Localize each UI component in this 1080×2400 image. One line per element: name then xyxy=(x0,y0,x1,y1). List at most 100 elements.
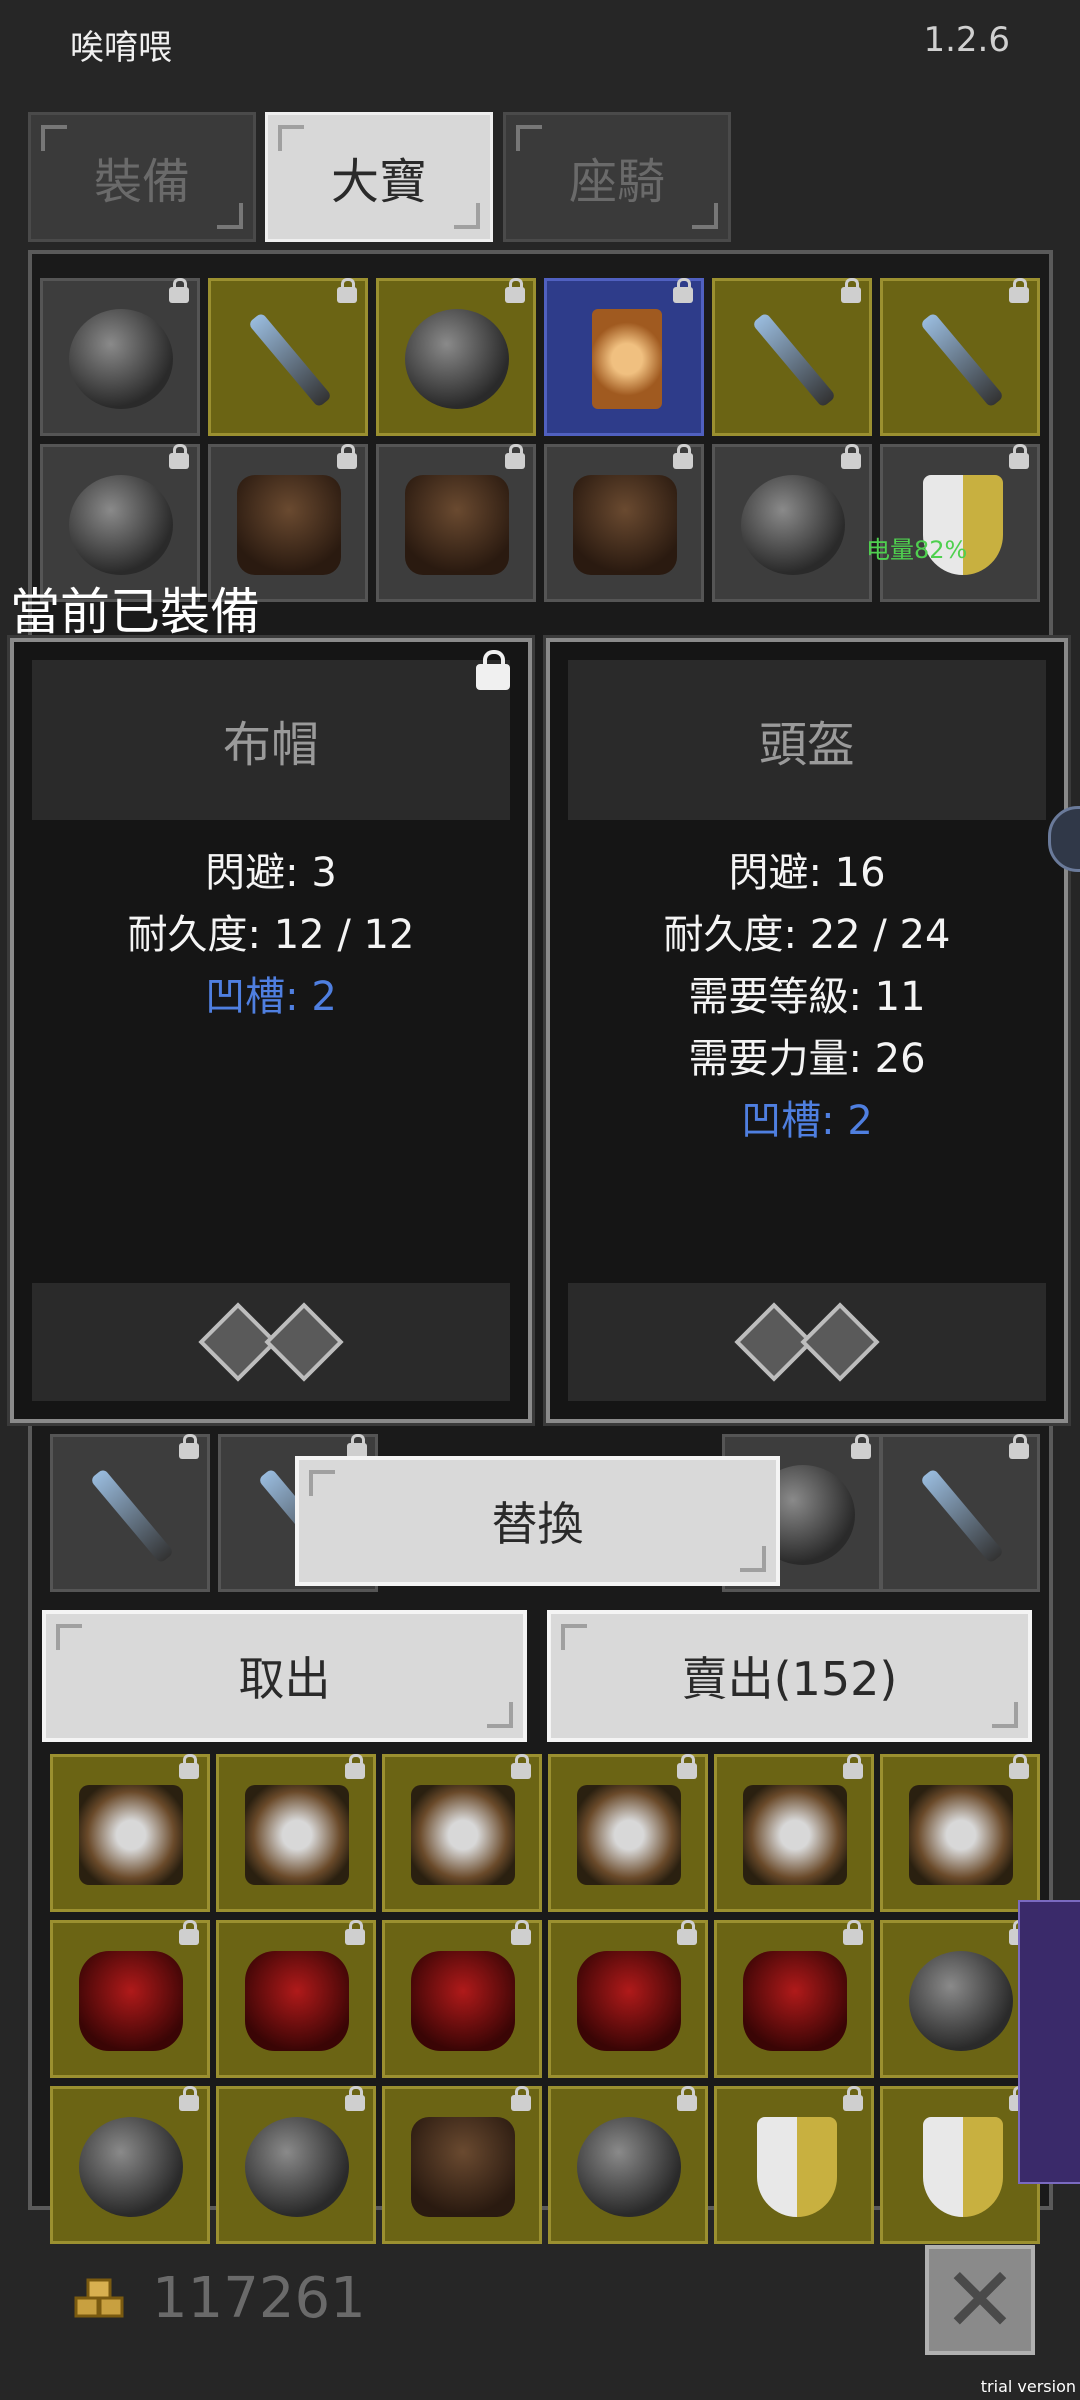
scroll-icon xyxy=(592,309,662,409)
inventory-slot[interactable] xyxy=(880,1434,1040,1592)
inventory-slot[interactable] xyxy=(40,278,200,436)
equipped-item-card: 布帽 閃避: 3 耐久度: 12 / 12 凹槽: 2 xyxy=(7,635,535,1426)
button-label: 替換 xyxy=(491,1497,584,1551)
lock-icon xyxy=(179,1754,199,1779)
sell-button[interactable]: 賣出(152) xyxy=(547,1610,1032,1742)
inventory-slot[interactable] xyxy=(714,1920,874,2078)
tab-treasure[interactable]: 大寶 xyxy=(265,112,493,242)
item-stats: 閃避: 16 耐久度: 22 / 24 需要等級: 11 需要力量: 26 凹槽… xyxy=(550,842,1064,1152)
lock-icon xyxy=(841,278,861,303)
stat-line: 閃避: 16 xyxy=(728,850,886,896)
inventory-slot[interactable] xyxy=(880,2086,1040,2244)
inventory-slot[interactable] xyxy=(880,278,1040,436)
inventory-slot[interactable] xyxy=(712,444,872,602)
staff-icon xyxy=(919,312,1005,408)
inventory-slot[interactable] xyxy=(880,1754,1040,1912)
inventory-slot[interactable] xyxy=(544,278,704,436)
lock-icon[interactable] xyxy=(476,650,510,690)
lock-icon xyxy=(1009,444,1029,469)
inventory-slot[interactable] xyxy=(714,2086,874,2244)
lock-icon xyxy=(179,1434,199,1459)
inventory-slot[interactable] xyxy=(50,2086,210,2244)
mask-icon xyxy=(577,1785,681,1885)
frame-corner xyxy=(992,1702,1018,1728)
equipped-label: 當前已裝備 xyxy=(10,583,260,641)
frame-corner xyxy=(56,1624,82,1650)
spiked-ball-icon xyxy=(405,309,509,409)
empty-socket-icon xyxy=(264,1302,344,1382)
mask-icon xyxy=(743,1785,847,1885)
inventory-slot[interactable] xyxy=(544,444,704,602)
crossbow-icon xyxy=(89,1468,175,1564)
stat-line: 閃避: 3 xyxy=(205,850,337,896)
inventory-slot[interactable] xyxy=(382,1754,542,1912)
lock-icon xyxy=(337,278,357,303)
demon-armor-icon xyxy=(245,1951,349,2051)
inventory-slot[interactable] xyxy=(208,278,368,436)
stat-line: 需要力量: 26 xyxy=(688,1036,926,1082)
button-label: 取出 xyxy=(238,1652,331,1706)
frame-corner xyxy=(217,203,243,229)
tab-label: 大寶 xyxy=(330,154,427,210)
demon-armor-icon xyxy=(743,1951,847,2051)
frame-corner xyxy=(740,1546,766,1572)
close-button[interactable]: ✕ xyxy=(925,2245,1035,2355)
spear-icon xyxy=(919,1468,1005,1564)
tab-label: 座騎 xyxy=(568,154,665,210)
frame-corner xyxy=(278,125,304,151)
demon-armor-icon xyxy=(577,1951,681,2051)
lock-icon xyxy=(673,444,693,469)
inventory-slot[interactable] xyxy=(50,1754,210,1912)
tab-equipment[interactable]: 裝備 xyxy=(28,112,256,242)
lock-icon xyxy=(511,1754,531,1779)
inventory-slot[interactable] xyxy=(548,1920,708,2078)
lock-icon xyxy=(677,1920,697,1945)
replace-button[interactable]: 替換 xyxy=(295,1456,780,1586)
empty-socket-icon xyxy=(800,1302,880,1382)
inventory-slot[interactable] xyxy=(382,2086,542,2244)
inventory-slot[interactable] xyxy=(216,2086,376,2244)
frame-corner xyxy=(309,1470,335,1496)
selected-item-card: 頭盔 閃避: 16 耐久度: 22 / 24 需要等級: 11 需要力量: 26… xyxy=(543,635,1071,1426)
inventory-slot[interactable] xyxy=(376,444,536,602)
floating-chat-widget[interactable] xyxy=(1018,1900,1080,2184)
lock-icon xyxy=(1009,278,1029,303)
belt-icon xyxy=(79,2117,183,2217)
socket-bar xyxy=(568,1283,1046,1401)
inventory-slot[interactable] xyxy=(880,444,1040,602)
inventory-slot[interactable] xyxy=(880,1920,1040,2078)
staff-icon xyxy=(751,312,837,408)
frame-corner xyxy=(41,125,67,151)
lock-icon xyxy=(345,1920,365,1945)
inventory-slot[interactable] xyxy=(714,1754,874,1912)
lock-icon xyxy=(677,2086,697,2111)
demon-armor-icon xyxy=(79,1951,183,2051)
inventory-slot[interactable] xyxy=(216,1920,376,2078)
lock-icon xyxy=(851,1434,871,1459)
socket-bar xyxy=(32,1283,510,1401)
tab-mount[interactable]: 座騎 xyxy=(503,112,731,242)
armor-icon xyxy=(405,475,509,575)
version-label: 1.2.6 xyxy=(923,20,1010,60)
item-name-header: 頭盔 xyxy=(568,660,1046,820)
inventory-slot[interactable] xyxy=(548,2086,708,2244)
battery-indicator: 电量82% xyxy=(866,536,968,564)
lock-icon xyxy=(169,444,189,469)
spiked-ball-icon xyxy=(577,2117,681,2217)
armor-icon xyxy=(573,475,677,575)
inventory-slot[interactable] xyxy=(216,1754,376,1912)
inventory-slot[interactable] xyxy=(382,1920,542,2078)
inventory-slot[interactable] xyxy=(50,1434,210,1592)
lock-icon xyxy=(179,2086,199,2111)
lock-icon xyxy=(505,278,525,303)
lock-icon xyxy=(505,444,525,469)
lock-icon xyxy=(843,2086,863,2111)
socket-stat: 凹槽: 2 xyxy=(741,1098,873,1144)
mask-icon xyxy=(245,1785,349,1885)
inventory-slot[interactable] xyxy=(376,278,536,436)
inventory-slot[interactable] xyxy=(548,1754,708,1912)
inventory-slot[interactable] xyxy=(50,1920,210,2078)
helmet-icon xyxy=(69,309,173,409)
take-out-button[interactable]: 取出 xyxy=(42,1610,527,1742)
inventory-slot[interactable] xyxy=(712,278,872,436)
